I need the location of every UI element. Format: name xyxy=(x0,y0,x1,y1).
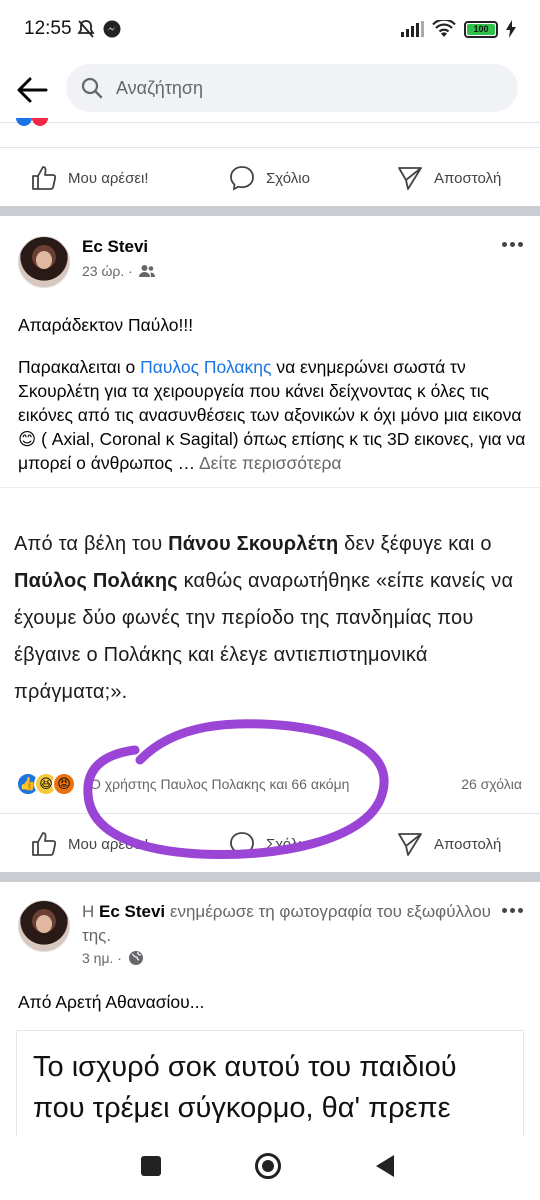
avatar-photo xyxy=(36,915,52,933)
post-time[interactable]: 23 ώρ. · xyxy=(82,263,133,279)
cover-text-prefix: Η xyxy=(82,902,99,921)
comment-bubble-icon xyxy=(230,166,254,191)
mention-link[interactable]: Παυλος Πολακης xyxy=(140,357,271,377)
previous-post-reactions-remnant xyxy=(16,118,48,126)
author-name[interactable]: Ec Stevi xyxy=(99,902,165,921)
battery-level: 100 xyxy=(467,23,495,35)
search-placeholder: Αναζήτηση xyxy=(116,78,203,98)
header-divider xyxy=(0,122,540,123)
post-text-before-link: Παρακαλειται ο xyxy=(18,357,141,377)
shared-image[interactable]: Από τα βέλη του Πάνου Σκουρλέτη δεν ξέφυ… xyxy=(0,487,540,757)
like-button[interactable]: Μου αρέσει! xyxy=(30,830,149,858)
avatar-photo xyxy=(36,251,52,269)
shared-image-text: Το ισχυρό σοκ αυτού του παιδιού που τρέμ… xyxy=(33,1051,457,1124)
comment-button[interactable]: Σχόλιο xyxy=(228,830,310,858)
angry-reaction-icon: 😡 xyxy=(52,772,76,796)
mute-bell-icon xyxy=(77,20,95,38)
share-button[interactable]: Αποστολή xyxy=(396,164,501,192)
shared-text-bold: Παύλος Πολάκης xyxy=(14,570,178,592)
share-button[interactable]: Αποστολή xyxy=(396,830,501,858)
see-more-link[interactable]: Δείτε περισσότερα xyxy=(199,453,342,473)
author-name[interactable]: Ec Stevi xyxy=(82,237,148,257)
shared-text-part: δεν ξέφυγε και ο xyxy=(338,533,492,555)
comment-button[interactable]: Σχόλιο xyxy=(228,164,310,192)
avatar[interactable] xyxy=(18,900,70,952)
arrow-left-icon xyxy=(17,77,48,103)
comments-count[interactable]: 26 σχόλια xyxy=(461,776,522,792)
avatar[interactable] xyxy=(18,236,70,288)
like-label: Μου αρέσει! xyxy=(68,169,149,187)
shared-text-part: Από τα βέλη του xyxy=(14,533,169,555)
status-bar: 12:55 100 xyxy=(0,0,540,60)
like-label: Μου αρέσει! xyxy=(68,835,149,853)
post-text-body: Παρακαλειται ο Παυλος Πολακης να ενημερώ… xyxy=(18,355,528,475)
like-button[interactable]: Μου αρέσει! xyxy=(30,164,149,192)
post-text-line1: Απαράδεκτον Παύλο!!! xyxy=(18,313,528,337)
recents-square-icon[interactable] xyxy=(140,1155,162,1177)
back-triangle-icon[interactable] xyxy=(374,1154,396,1178)
signal-icon xyxy=(401,21,424,37)
post-separator xyxy=(0,872,540,882)
send-icon xyxy=(398,167,422,190)
back-button[interactable] xyxy=(14,72,54,108)
status-notification-icons xyxy=(76,19,122,39)
search-header: Αναζήτηση xyxy=(0,60,540,122)
post-text-intro: Απαράδεκτον Παύλο!!! xyxy=(18,315,194,335)
wifi-icon xyxy=(432,20,456,37)
globe-icon xyxy=(128,951,143,965)
share-label: Αποστολή xyxy=(434,169,502,187)
post-meta: 23 ώρ. · xyxy=(82,263,155,279)
share-label: Αποστολή xyxy=(434,835,502,853)
shared-image[interactable]: Το ισχυρό σοκ αυτού του παιδιού που τρέμ… xyxy=(16,1030,524,1136)
shared-image-text: Από τα βέλη του Πάνου Σκουρλέτη δεν ξέφυ… xyxy=(14,526,529,711)
battery-icon: 100 xyxy=(464,20,498,38)
reaction-icons[interactable]: 👍 😆 😡 xyxy=(16,772,76,796)
post-separator xyxy=(0,206,540,216)
post-text-content: Από Αρετή Αθανασίου... xyxy=(18,992,205,1012)
post-meta: 3 ημ. · xyxy=(82,950,144,966)
post-time[interactable]: 3 ημ. · xyxy=(82,950,122,966)
status-time: 12:55 xyxy=(24,18,72,39)
thumbs-up-icon xyxy=(32,166,57,190)
send-icon xyxy=(398,833,422,856)
reactions-summary[interactable]: Ο χρήστης Παυλος Πολακης και 66 ακόμη xyxy=(90,776,349,792)
cover-update-text: Η Ec Stevi ενημέρωσε τη φωτογραφία του ε… xyxy=(82,900,502,948)
comment-label: Σχόλιο xyxy=(266,169,310,187)
previous-post-action-bar: Μου αρέσει! Σχόλιο Αποστολή xyxy=(0,147,540,205)
search-icon xyxy=(81,77,103,99)
home-circle-icon[interactable] xyxy=(254,1152,282,1180)
post-action-bar: Μου αρέσει! Σχόλιο Αποστολή xyxy=(0,813,540,871)
messenger-icon xyxy=(103,20,121,38)
reactions-row: 👍 😆 😡 Ο χρήστης Παυλος Πολακης και 66 ακ… xyxy=(0,762,540,806)
post-options-button[interactable] xyxy=(502,908,523,913)
post-text: Από Αρετή Αθανασίου... xyxy=(18,990,528,1014)
comment-bubble-icon xyxy=(230,832,254,857)
charging-icon xyxy=(506,20,516,38)
search-input[interactable]: Αναζήτηση xyxy=(66,64,518,112)
shared-text-bold: Πάνου Σκουρλέτη xyxy=(168,533,339,555)
post-options-button[interactable] xyxy=(502,242,523,247)
friends-icon xyxy=(138,265,155,277)
status-system-icons: 100 xyxy=(401,20,516,38)
android-nav-bar xyxy=(0,1136,540,1200)
comment-label: Σχόλιο xyxy=(266,835,310,853)
thumbs-up-icon xyxy=(32,832,57,856)
